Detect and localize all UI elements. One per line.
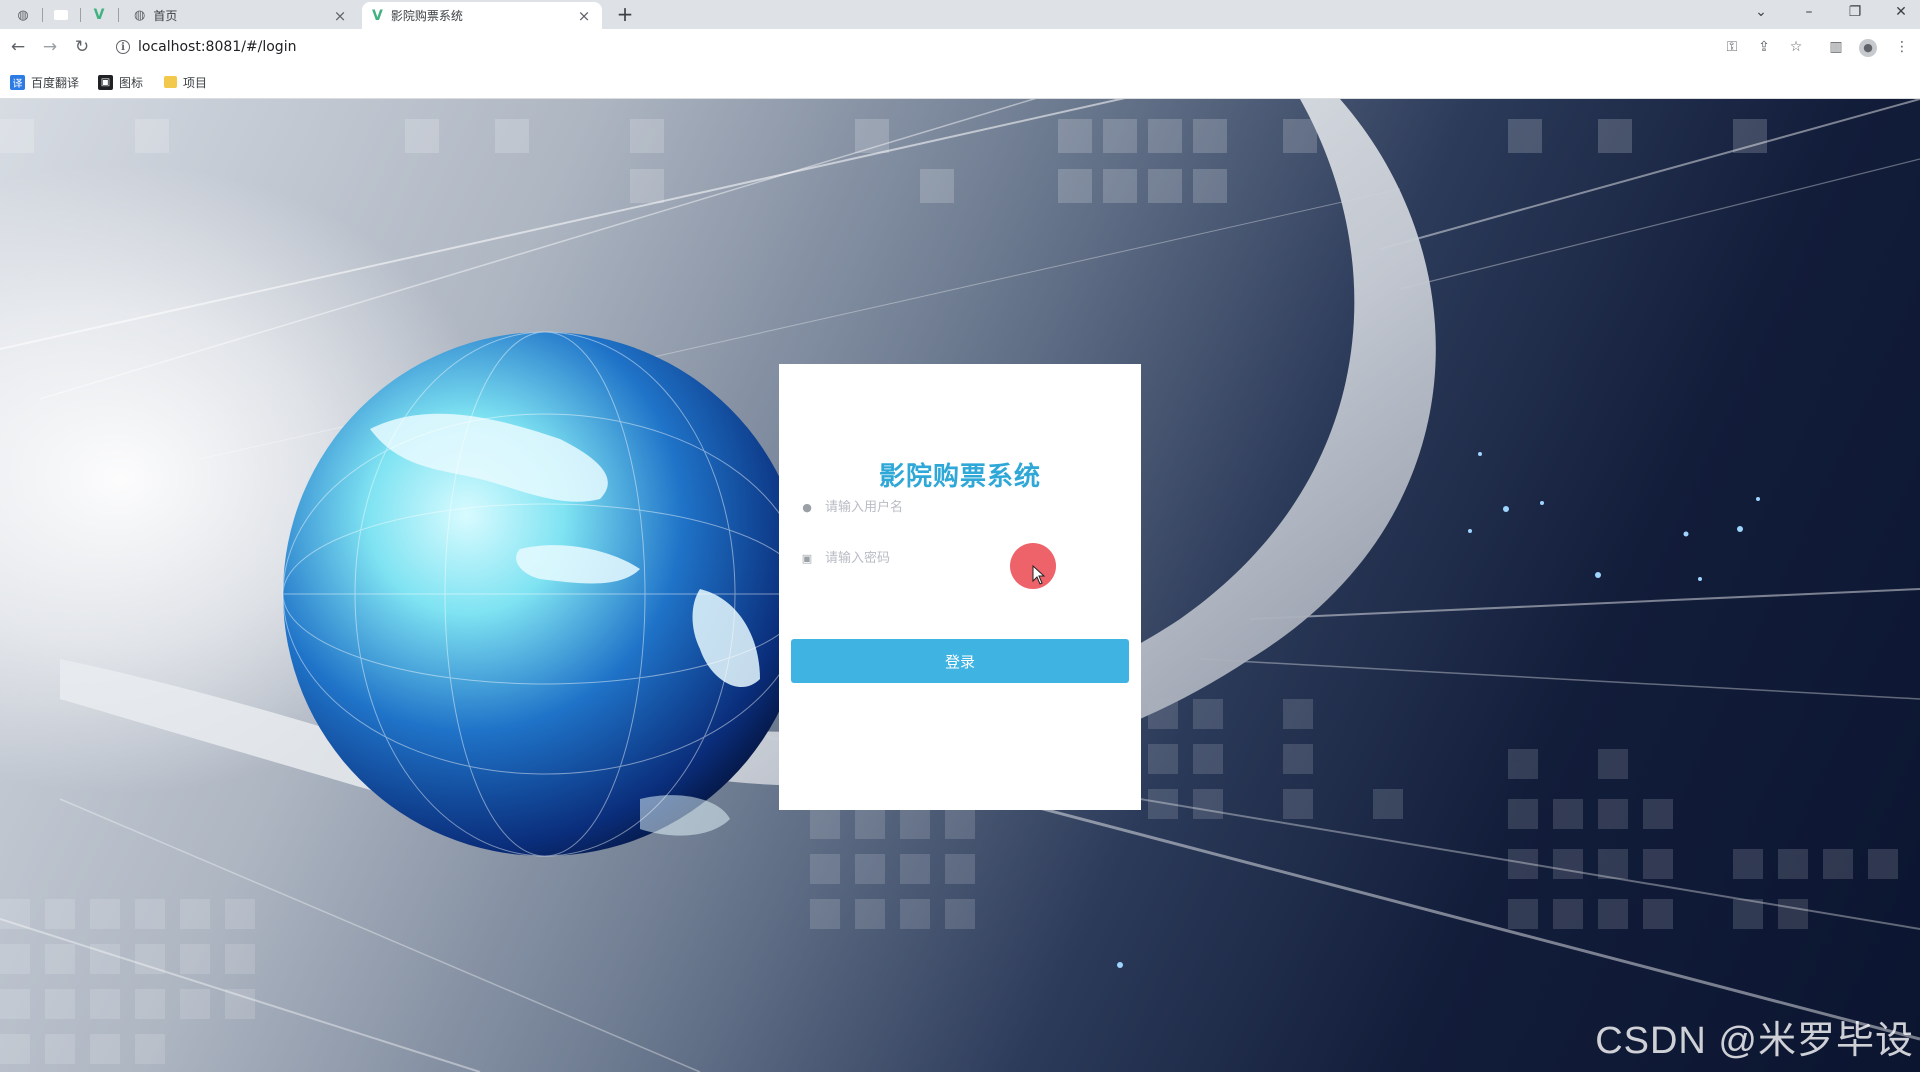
new-tab-button[interactable]: + bbox=[612, 2, 638, 26]
back-button[interactable]: ← bbox=[6, 36, 30, 58]
login-page: 影院购票系统 ● ▣ 登录 CSDN @米罗毕设 bbox=[0, 99, 1920, 1072]
login-card: 影院购票系统 ● ▣ 登录 bbox=[779, 364, 1141, 810]
tab-separator bbox=[118, 8, 119, 22]
restore-button[interactable]: ❐ bbox=[1840, 4, 1870, 20]
tab-home[interactable]: ◍ 首页 × bbox=[124, 2, 358, 29]
bookmark-label: 项目 bbox=[183, 75, 208, 90]
bookmark-star-icon[interactable]: ☆ bbox=[1786, 37, 1806, 57]
bookmark-label: 图标 bbox=[119, 75, 144, 90]
url-text[interactable]: localhost:8081/#/login bbox=[138, 39, 296, 55]
browser-toolbar: ← → ↻ i localhost:8081/#/login ⚿ ⇪ ☆ ▥ ●… bbox=[0, 29, 1920, 65]
translate-icon: 译 bbox=[10, 74, 25, 90]
profile-icon: ● bbox=[1859, 39, 1877, 57]
bookmark-baidu-translate[interactable]: 译 百度翻译 bbox=[10, 72, 79, 92]
share-icon[interactable]: ⇪ bbox=[1754, 37, 1774, 57]
profile-avatar[interactable]: ● bbox=[1858, 37, 1878, 57]
site-info-icon[interactable]: i bbox=[116, 40, 130, 54]
username-field[interactable]: ● bbox=[791, 487, 1129, 527]
globe-icon: ◍ bbox=[17, 7, 29, 23]
close-tab-icon[interactable]: × bbox=[576, 7, 592, 25]
reload-button[interactable]: ↻ bbox=[70, 36, 94, 58]
menu-kebab-icon[interactable]: ⋮ bbox=[1892, 37, 1912, 57]
bookmarks-bar: 译 百度翻译 ▣ 图标 项目 bbox=[0, 65, 1920, 99]
image-icon: ▣ bbox=[98, 74, 113, 90]
password-field[interactable]: ▣ bbox=[791, 538, 1129, 578]
vue-icon: V bbox=[93, 7, 105, 23]
close-tab-icon[interactable]: × bbox=[332, 7, 348, 25]
tab-cinema[interactable]: V 影院购票系统 × bbox=[362, 2, 602, 29]
password-key-icon[interactable]: ⚿ bbox=[1722, 37, 1742, 57]
pinned-tab-vue[interactable]: V bbox=[84, 4, 114, 26]
watermark: CSDN @米罗毕设 bbox=[1595, 1020, 1914, 1062]
tab-strip: ◍ V ◍ 首页 × V 影院购票系统 × + ⌄ – ❐ ✕ bbox=[0, 0, 1920, 29]
tab-title: 首页 bbox=[153, 9, 178, 23]
bookmark-label: 百度翻译 bbox=[31, 75, 80, 90]
pinned-tab-globe[interactable]: ◍ bbox=[8, 4, 38, 26]
blank-page-icon bbox=[54, 10, 68, 20]
globe-icon: ◍ bbox=[134, 8, 146, 23]
grid-squares-top bbox=[0, 119, 1767, 203]
pinned-tab-blank[interactable] bbox=[46, 4, 76, 26]
minimize-button[interactable]: – bbox=[1794, 4, 1824, 20]
user-icon: ● bbox=[802, 500, 812, 514]
tab-separator bbox=[42, 8, 43, 22]
tab-title: 影院购票系统 bbox=[390, 9, 463, 23]
username-input[interactable] bbox=[823, 498, 1129, 516]
mouse-pointer-icon bbox=[1032, 565, 1046, 585]
address-bar[interactable]: i localhost:8081/#/login bbox=[104, 33, 1704, 61]
close-window-button[interactable]: ✕ bbox=[1886, 4, 1916, 20]
vue-icon: V bbox=[372, 7, 383, 24]
login-button[interactable]: 登录 bbox=[791, 639, 1129, 683]
password-input[interactable] bbox=[823, 549, 1129, 567]
folder-icon bbox=[164, 76, 177, 88]
bookmark-icons[interactable]: ▣ 图标 bbox=[98, 72, 143, 92]
bookmark-project-folder[interactable]: 项目 bbox=[164, 72, 207, 92]
forward-button[interactable]: → bbox=[38, 36, 62, 58]
tab-search-icon[interactable]: ⌄ bbox=[1746, 4, 1776, 20]
lock-icon: ▣ bbox=[801, 551, 813, 565]
tab-separator bbox=[80, 8, 81, 22]
side-panel-icon[interactable]: ▥ bbox=[1826, 37, 1846, 57]
